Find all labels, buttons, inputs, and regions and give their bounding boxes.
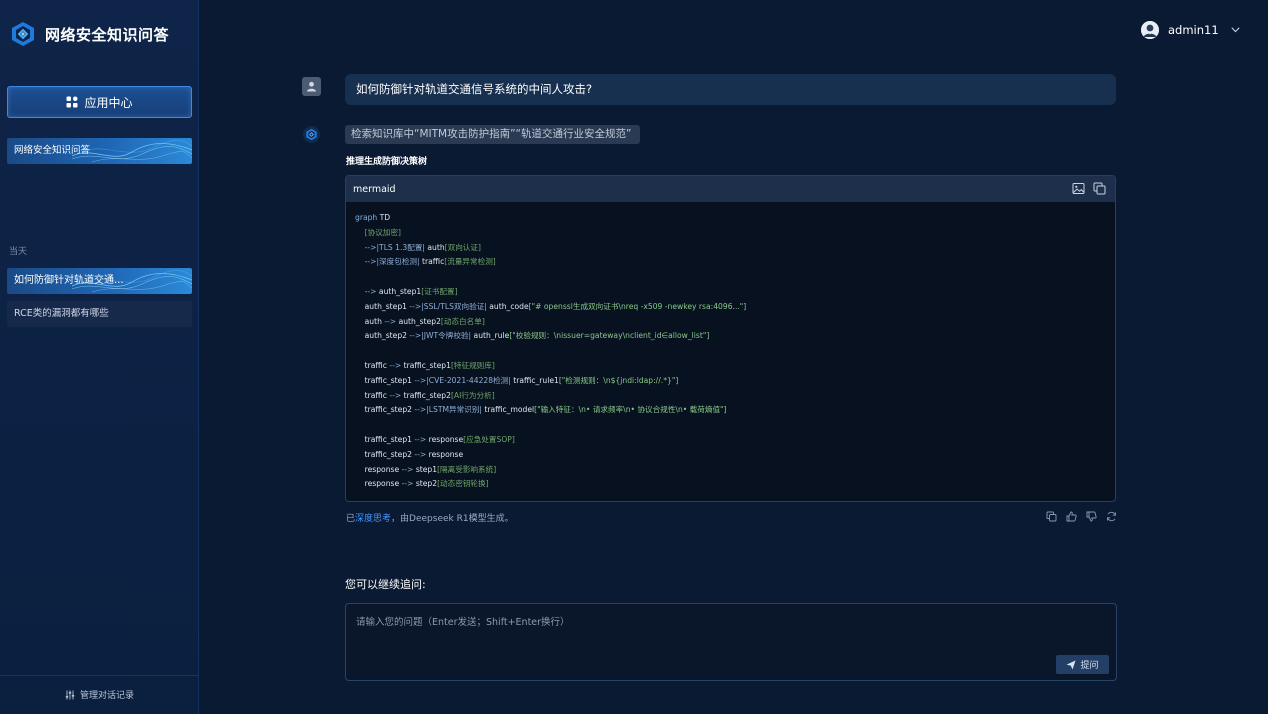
copy-icon[interactable] <box>1046 511 1057 522</box>
thumbs-up-icon[interactable] <box>1066 511 1077 522</box>
code-line: traffic_step2 -->|LSTM异常识别| traffic_mode… <box>355 405 727 415</box>
code-line: traffic --> traffic_step1[特征规则库] <box>355 360 495 370</box>
history-item-label: 如何防御针对轨道交通... <box>14 275 124 286</box>
code-line: -->|TLS 1.3配置| auth[双向认证] <box>364 242 481 252</box>
user-question: 如何防御针对轨道交通信号系统的中间人攻击? <box>345 74 1116 105</box>
grid-icon <box>66 96 78 108</box>
code-line: --> auth_step1[证书配置] <box>364 286 458 296</box>
code-line: auth --> auth_step2[动态白名单] <box>355 316 485 326</box>
ask-button-label: 提问 <box>1080 661 1099 671</box>
history-item[interactable]: RCE类的漏洞都有哪些 <box>7 301 192 327</box>
user-icon <box>302 77 321 96</box>
app-center-button[interactable]: 应用中心 <box>7 86 192 118</box>
code-block: mermaid graph TD [协议加密] -->|TLS 1.3配置| a… <box>345 175 1116 502</box>
thumbs-down-icon[interactable] <box>1086 511 1097 522</box>
sidebar: 网络安全知识问答 应用中心 网络安全知识问答 当天 如何防御针对轨道交通... … <box>0 0 199 714</box>
code-language-label: mermaid <box>353 183 396 195</box>
question-input[interactable] <box>346 604 1116 680</box>
avatar <box>1141 21 1159 39</box>
message-actions <box>1046 511 1117 522</box>
app-title: 网络安全知识问答 <box>45 25 170 44</box>
sidebar-item-label: 网络安全知识问答 <box>14 145 91 156</box>
question-input-box <box>345 603 1117 681</box>
user-glyph <box>306 81 317 92</box>
code-line: auth_step1 -->|SSL/TLS双向验证| auth_code["#… <box>355 301 747 311</box>
username: admin11 <box>1168 23 1219 37</box>
history-item[interactable]: 如何防御针对轨道交通... <box>7 268 192 294</box>
code-line: auth_step2 -->|JWT令牌校验| auth_rule["校验规则：… <box>355 331 710 341</box>
code-block-actions <box>1072 182 1106 195</box>
bot-icon <box>303 126 320 143</box>
code-line: traffic_step2 --> response <box>355 449 464 459</box>
chevron-down-icon <box>1231 27 1240 33</box>
brand-logo-icon <box>12 22 34 46</box>
follow-up-title: 您可以继续追问: <box>345 578 426 591</box>
code-line: -->|深度包检测| traffic[流量异常检测] <box>364 257 496 267</box>
copy-icon[interactable] <box>1093 182 1106 195</box>
manage-history-button[interactable]: 管理对话记录 <box>0 675 199 713</box>
code-line: [协议加密] <box>364 227 401 237</box>
manage-history-label: 管理对话记录 <box>79 691 134 701</box>
code-content: graph TD [协议加密] -->|TLS 1.3配置| auth[双向认证… <box>346 202 1115 492</box>
bot-glyph <box>306 128 317 141</box>
sliders-icon <box>65 690 75 699</box>
generation-note: 已深度思考，由Deepseek R1模型生成。 <box>346 511 514 524</box>
code-line: traffic_step1 -->|CVE-2021-44228检测| traf… <box>355 375 679 385</box>
section-heading: 推理生成防御决策树 <box>346 157 428 167</box>
user-menu[interactable]: admin11 <box>1141 21 1240 39</box>
gen-note-suffix: ，由Deepseek R1模型生成。 <box>391 514 514 524</box>
code-line: traffic_step1 --> response[应急处置SOP] <box>355 434 515 444</box>
code-block-header: mermaid <box>346 176 1115 202</box>
code-line: traffic --> traffic_step2[AI行为分析] <box>355 390 495 400</box>
code-line: graph TD <box>355 213 391 222</box>
send-icon <box>1066 660 1076 669</box>
deep-thinking-link[interactable]: 深度思考 <box>355 514 391 524</box>
user-avatar-image <box>1141 21 1159 39</box>
image-icon[interactable] <box>1072 182 1085 195</box>
ask-button[interactable]: 提问 <box>1056 655 1109 674</box>
app-center-label: 应用中心 <box>84 95 133 110</box>
sidebar-item-security-qa[interactable]: 网络安全知识问答 <box>7 138 192 164</box>
gen-note-prefix: 已 <box>346 514 356 524</box>
history-section-title: 当天 <box>9 247 28 257</box>
refresh-icon[interactable] <box>1106 511 1117 522</box>
code-line: response --> step1[隔离受影响系统] <box>355 464 497 474</box>
knowledge-search-chip: 检索知识库中“MITM攻击防护指南”“轨道交通行业安全规范” <box>345 125 641 144</box>
brand: 网络安全知识问答 <box>10 21 169 47</box>
code-line: response --> step2[动态密钥轮换] <box>355 479 489 489</box>
